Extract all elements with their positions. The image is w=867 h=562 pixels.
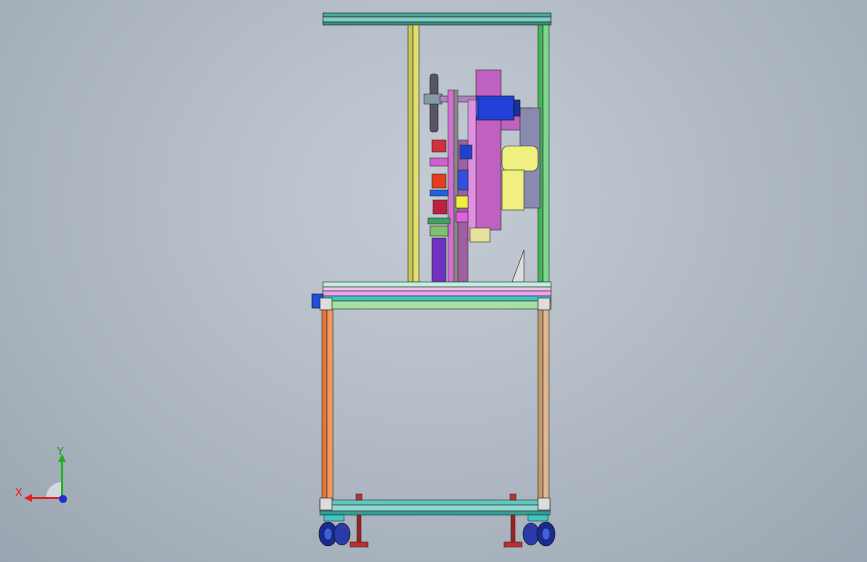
right-lower-leg (537, 309, 550, 501)
caster-wheel-right (522, 514, 556, 547)
cad-graphics-viewport[interactable]: Y X (0, 0, 867, 562)
machine-assembly-model[interactable] (0, 0, 867, 562)
z-axis-dot-icon (59, 495, 67, 503)
left-lower-leg (321, 309, 334, 501)
table-top-plate (311, 281, 552, 311)
bottom-frame-rail (319, 497, 551, 516)
orientation-triad: Y X (15, 445, 67, 503)
x-axis-label: X (15, 486, 23, 499)
top-frame-rail (322, 12, 552, 26)
left-upper-post (407, 24, 420, 283)
y-axis-label: Y (56, 445, 64, 458)
mechanism-assembly (423, 69, 541, 283)
caster-wheel-left (318, 514, 351, 547)
triad-plane-icon (46, 482, 62, 498)
